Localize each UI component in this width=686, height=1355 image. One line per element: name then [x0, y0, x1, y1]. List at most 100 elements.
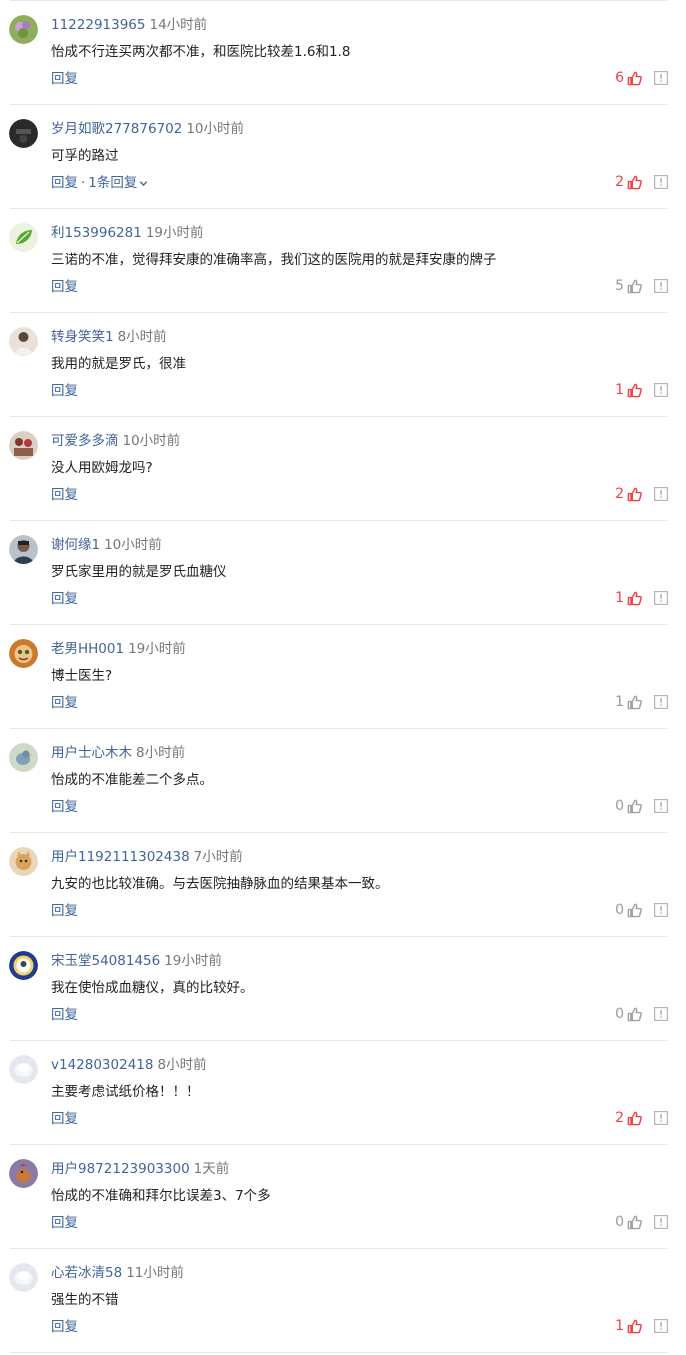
comment-text: 博士医生?	[51, 668, 113, 684]
username[interactable]: 岁月如歌277876702	[51, 121, 182, 137]
username[interactable]: 可爱多多滴	[51, 433, 119, 449]
like-button[interactable]: 1	[615, 588, 642, 608]
username[interactable]: 11222913965	[51, 17, 145, 33]
comment-meta: 谢何缘1 10小时前	[51, 536, 162, 554]
report-icon[interactable]	[654, 799, 668, 813]
username[interactable]: 利153996281	[51, 225, 142, 241]
comment-text: 我在使怡成血糖仪，真的比较好。	[51, 980, 254, 996]
report-icon[interactable]	[654, 71, 668, 85]
avatar[interactable]	[9, 223, 38, 252]
username[interactable]: 转身笑笑1	[51, 329, 114, 345]
reply-button[interactable]: 回复	[51, 903, 78, 919]
comment-meta: v14280302418 8小时前	[51, 1056, 207, 1074]
username[interactable]: 老男HH001	[51, 641, 124, 657]
like-count: 0	[615, 1214, 624, 1230]
like-button[interactable]: 0	[615, 1212, 642, 1232]
report-icon[interactable]	[654, 1007, 668, 1021]
thumbs-up-icon	[627, 591, 642, 606]
like-button[interactable]: 2	[615, 484, 642, 504]
timestamp: 10小时前	[122, 433, 181, 449]
username[interactable]: 谢何缘1	[51, 537, 100, 553]
reply-button[interactable]: 回复	[51, 799, 78, 815]
like-button[interactable]: 1	[615, 1316, 642, 1336]
reply-button[interactable]: 回复	[51, 1319, 78, 1335]
comment-item: 心若冰清58 11小时前 强生的不错 回复 1	[0, 1249, 686, 1353]
like-count: 2	[615, 174, 624, 190]
comment-meta: 宋玉堂54081456 19小时前	[51, 952, 222, 970]
report-icon[interactable]	[654, 175, 668, 189]
comment-actions: 回复	[51, 277, 78, 297]
avatar[interactable]	[9, 327, 38, 356]
timestamp: 19小时前	[128, 641, 186, 657]
like-button[interactable]: 2	[615, 1108, 642, 1128]
username[interactable]: 用户9872123903300	[51, 1161, 190, 1177]
like-button[interactable]: 0	[615, 796, 642, 816]
avatar[interactable]	[9, 119, 38, 148]
comment-item: 宋玉堂54081456 19小时前我在使怡成血糖仪，真的比较好。 回复 0	[0, 937, 686, 1041]
reply-button[interactable]: 回复	[51, 383, 78, 399]
thumbs-up-icon	[627, 903, 642, 918]
report-icon[interactable]	[654, 695, 668, 709]
comment-actions: 回复	[51, 1005, 78, 1025]
like-button[interactable]: 6	[615, 68, 642, 88]
report-icon[interactable]	[654, 591, 668, 605]
timestamp: 10小时前	[186, 121, 244, 137]
like-button[interactable]: 5	[615, 276, 642, 296]
view-replies-button[interactable]: 1条回复	[88, 175, 148, 191]
username[interactable]: v14280302418	[51, 1057, 153, 1073]
avatar[interactable]	[9, 951, 38, 980]
like-button[interactable]: 2	[615, 172, 642, 192]
reply-button[interactable]: 回复	[51, 1111, 78, 1127]
report-icon[interactable]	[654, 1111, 668, 1125]
username[interactable]: 宋玉堂54081456	[51, 953, 160, 969]
thumbs-up-icon	[627, 279, 642, 294]
username[interactable]: 用户士心木木	[51, 745, 132, 761]
report-icon[interactable]	[654, 1319, 668, 1333]
comment-item: 用户士心木木 8小时前 怡成的不准能差二个多点。 回复 0	[0, 729, 686, 833]
comment-item: 可爱多多滴 10小时前 没人用欧姆龙吗? 回复 2	[0, 417, 686, 521]
comment-actions: 回复 · 1条回复	[51, 173, 148, 193]
avatar[interactable]	[9, 1263, 38, 1292]
avatar[interactable]	[9, 535, 38, 564]
username[interactable]: 心若冰清58	[51, 1265, 122, 1281]
chevron-down-icon	[140, 180, 148, 186]
reply-button[interactable]: 回复	[51, 487, 78, 503]
report-icon[interactable]	[654, 383, 668, 397]
avatar[interactable]	[9, 847, 38, 876]
like-button[interactable]: 0	[615, 900, 642, 920]
thumbs-up-icon	[627, 383, 642, 398]
like-button[interactable]: 1	[615, 692, 642, 712]
reply-button[interactable]: 回复	[51, 175, 78, 191]
reply-button[interactable]: 回复	[51, 695, 78, 711]
avatar[interactable]	[9, 431, 38, 460]
reply-button[interactable]: 回复	[51, 71, 78, 87]
timestamp: 8小时前	[136, 745, 186, 761]
timestamp: 8小时前	[157, 1057, 207, 1073]
report-icon[interactable]	[654, 279, 668, 293]
timestamp: 19小时前	[164, 953, 222, 969]
comment-meta: 可爱多多滴 10小时前	[51, 432, 180, 450]
report-icon[interactable]	[654, 903, 668, 917]
avatar[interactable]	[9, 15, 38, 44]
like-button[interactable]: 1	[615, 380, 642, 400]
reply-button[interactable]: 回复	[51, 279, 78, 295]
reply-button[interactable]: 回复	[51, 591, 78, 607]
comment-item: 谢何缘1 10小时前 罗氏家里用的就是罗氏血糖仪 回复 1	[0, 521, 686, 625]
comment-meta: 心若冰清58 11小时前	[51, 1264, 184, 1282]
avatar[interactable]	[9, 639, 38, 668]
timestamp: 11小时前	[126, 1265, 184, 1281]
reply-button[interactable]: 回复	[51, 1215, 78, 1231]
comment-text: 九安的也比较准确。与去医院抽静脉血的结果基本一致。	[51, 876, 389, 892]
reply-button[interactable]: 回复	[51, 1007, 78, 1023]
thumbs-up-icon	[627, 1215, 642, 1230]
report-icon[interactable]	[654, 487, 668, 501]
comment-actions: 回复	[51, 1317, 78, 1337]
report-icon[interactable]	[654, 1215, 668, 1229]
comment-text: 怡成不行连买两次都不准，和医院比较差1.6和1.8	[51, 44, 351, 60]
username[interactable]: 用户1192111302438	[51, 849, 190, 865]
comment-text: 三诺的不准，觉得拜安康的准确率高，我们这的医院用的就是拜安康的牌子	[51, 252, 497, 268]
avatar[interactable]	[9, 743, 38, 772]
avatar[interactable]	[9, 1055, 38, 1084]
avatar[interactable]	[9, 1159, 38, 1188]
like-button[interactable]: 0	[615, 1004, 642, 1024]
